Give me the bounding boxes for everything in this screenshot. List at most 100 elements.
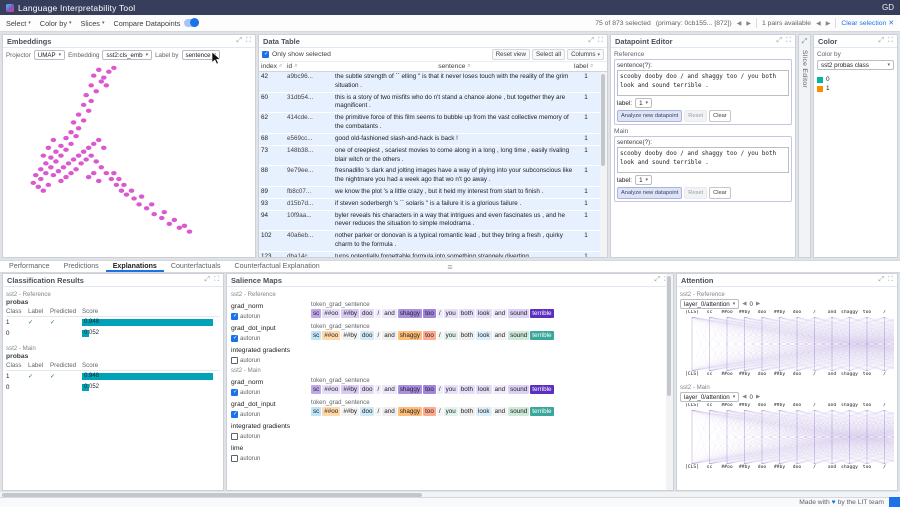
table-row[interactable]: 60 31db54... this is a story of two misf… bbox=[259, 93, 600, 114]
next-head-icon[interactable]: ▶ bbox=[756, 301, 760, 307]
select-menu[interactable]: Select▾ bbox=[6, 19, 31, 28]
salience-token: / bbox=[375, 407, 381, 416]
attention-layer-select[interactable]: layer_0/attention▾ bbox=[680, 299, 739, 309]
table-row[interactable]: 68 e569cc... good old-fashioned slash-an… bbox=[259, 134, 600, 146]
color-by-menu[interactable]: Color by▾ bbox=[40, 19, 72, 28]
slice-editor-collapsed-tab[interactable]: ⤢ Slice Editor bbox=[798, 34, 811, 258]
tab-predictions[interactable]: Predictions bbox=[57, 261, 106, 272]
tab-counterfactual-explanation[interactable]: Counterfactual Explanation bbox=[228, 261, 327, 272]
scrollbar-thumb[interactable] bbox=[667, 276, 671, 396]
embedding-label: Embedding bbox=[68, 52, 99, 59]
sentence-textarea[interactable]: scooby dooby doo / and shaggy too / you … bbox=[617, 70, 789, 96]
next-datapoint-icon[interactable]: ▶ bbox=[746, 20, 751, 27]
autorun-toggle[interactable]: autorun bbox=[231, 455, 311, 462]
select-all-button[interactable]: Select all bbox=[532, 49, 565, 60]
search-icon[interactable]: ⌕ bbox=[467, 63, 470, 70]
toggle-switch-icon[interactable] bbox=[184, 19, 199, 27]
autorun-toggle[interactable]: autorun bbox=[231, 433, 311, 440]
table-row[interactable]: 93 d15b7d... if steven soderbergh 's `` … bbox=[259, 199, 600, 211]
caret-down-icon: ▾ bbox=[646, 100, 649, 106]
salience-token: sc bbox=[311, 331, 321, 340]
clear-selection-button[interactable]: Clear selection✕ bbox=[841, 19, 894, 27]
compare-datapoints-toggle[interactable]: Compare Datapoints bbox=[113, 19, 199, 28]
tab-performance[interactable]: Performance bbox=[2, 261, 57, 272]
label-select[interactable]: 1▾ bbox=[635, 98, 652, 108]
slices-menu[interactable]: Slices▾ bbox=[80, 19, 104, 28]
popout-icon[interactable]: ⤢ bbox=[588, 37, 594, 45]
table-row[interactable]: 88 9e79ee... fresnadillo 's dark and jol… bbox=[259, 166, 600, 187]
autorun-toggle[interactable]: autorun bbox=[231, 335, 311, 342]
table-row[interactable]: 102 40a6eb... nother parker or donovan i… bbox=[259, 231, 600, 252]
maximize-icon[interactable]: ⛶ bbox=[888, 276, 893, 284]
projector-select[interactable]: UMAP▾ bbox=[34, 50, 65, 60]
maximize-icon[interactable]: ⛶ bbox=[214, 276, 219, 284]
popout-icon[interactable]: ⤢ bbox=[878, 37, 884, 45]
popout-icon[interactable]: ⤢ bbox=[878, 276, 884, 284]
popout-icon[interactable]: ⤢ bbox=[654, 276, 660, 284]
popout-icon[interactable]: ⤢ bbox=[236, 37, 242, 45]
popout-icon: ⤢ bbox=[802, 38, 808, 46]
column-header-label[interactable]: label⌕ bbox=[574, 63, 598, 70]
search-icon[interactable]: ⌕ bbox=[294, 63, 297, 70]
maximize-icon[interactable]: ⛶ bbox=[888, 37, 893, 45]
table-row[interactable]: 89 fb8c07... we know the plot 's a littl… bbox=[259, 187, 600, 199]
only-show-selected-checkbox[interactable]: Only show selected bbox=[262, 51, 331, 58]
maximize-icon[interactable]: ⛶ bbox=[246, 37, 251, 45]
analyze-new-datapoint-button[interactable]: Analyze new datapoint bbox=[617, 187, 682, 199]
autorun-toggle[interactable]: autorun bbox=[231, 313, 311, 320]
label-by-select[interactable]: sentence▾ bbox=[182, 50, 221, 60]
attention-token: too bbox=[863, 403, 871, 408]
reset-button[interactable]: Reset bbox=[684, 110, 707, 122]
search-icon[interactable]: ⌕ bbox=[590, 63, 593, 70]
table-row[interactable]: 42 a9bc96... the subtle strength of `` e… bbox=[259, 72, 600, 93]
footer-credit-prefix: Made with bbox=[799, 499, 829, 506]
clear-button[interactable]: Clear bbox=[709, 187, 731, 199]
user-avatar[interactable]: GD bbox=[882, 3, 894, 12]
color-by-select[interactable]: sst2 probas class▾ bbox=[817, 60, 894, 70]
cell-id: 10f9aa... bbox=[287, 212, 335, 230]
table-row[interactable]: 62 414cde... the primitive force of this… bbox=[259, 113, 600, 134]
maximize-icon[interactable]: ⛶ bbox=[786, 37, 791, 45]
tab-explanations[interactable]: Explanations bbox=[106, 261, 164, 272]
embedding-select[interactable]: sst2:cls_emb▾ bbox=[102, 50, 152, 60]
attention-layer-select[interactable]: layer_0/attention▾ bbox=[680, 392, 739, 402]
salience-token: look bbox=[476, 331, 492, 340]
table-row[interactable]: 123 dba14c... turns potentially forgetta… bbox=[259, 252, 600, 257]
prev-head-icon[interactable]: ◀ bbox=[742, 301, 746, 307]
attention-visualization[interactable]: [CLS]sc##oo##bydoo##bydoo/andshaggytoo/y… bbox=[680, 403, 894, 472]
autorun-toggle[interactable]: autorun bbox=[231, 357, 311, 364]
attention-token: and bbox=[828, 372, 836, 377]
salience-token: ##oo bbox=[322, 407, 340, 416]
column-header-index[interactable]: index⌕ bbox=[261, 63, 287, 70]
maximize-icon[interactable]: ⛶ bbox=[598, 37, 603, 45]
reset-button[interactable]: Reset bbox=[684, 187, 707, 199]
table-row[interactable]: 73 148b38... one of creepiest , scariest… bbox=[259, 146, 600, 167]
prev-pair-icon[interactable]: ◀ bbox=[816, 20, 821, 27]
column-header-sentence[interactable]: sentence⌕ bbox=[335, 63, 574, 70]
salience-token: and bbox=[382, 309, 397, 318]
next-head-icon[interactable]: ▶ bbox=[756, 394, 760, 400]
clear-button[interactable]: Clear bbox=[709, 110, 731, 122]
analyze-new-datapoint-button[interactable]: Analyze new datapoint bbox=[617, 110, 682, 122]
scrollbar-thumb[interactable] bbox=[601, 74, 605, 166]
embedding-projection-plot[interactable] bbox=[3, 62, 255, 257]
label-select[interactable]: 1▾ bbox=[635, 175, 652, 185]
autorun-toggle[interactable]: autorun bbox=[231, 411, 311, 418]
salience-scrollbar[interactable] bbox=[666, 274, 673, 490]
salience-method-label: lime bbox=[231, 445, 311, 452]
column-header-id[interactable]: id⌕ bbox=[287, 63, 335, 70]
prev-head-icon[interactable]: ◀ bbox=[742, 394, 746, 400]
table-scrollbar[interactable] bbox=[600, 72, 607, 257]
sentence-textarea[interactable]: scooby dooby doo / and shaggy too / you … bbox=[617, 147, 789, 173]
columns-button[interactable]: Columns▾ bbox=[567, 49, 604, 60]
popout-icon[interactable]: ⤢ bbox=[776, 37, 782, 45]
popout-icon[interactable]: ⤢ bbox=[204, 276, 210, 284]
search-icon[interactable]: ⌕ bbox=[279, 63, 282, 70]
reset-view-button[interactable]: Reset view bbox=[492, 49, 530, 60]
tab-counterfactuals[interactable]: Counterfactuals bbox=[164, 261, 228, 272]
autorun-toggle[interactable]: autorun bbox=[231, 389, 311, 396]
next-pair-icon[interactable]: ▶ bbox=[826, 20, 831, 27]
prev-datapoint-icon[interactable]: ◀ bbox=[737, 20, 742, 27]
attention-visualization[interactable]: [CLS]sc##oo##bydoo##bydoo/andshaggytoo/y… bbox=[680, 310, 894, 379]
table-row[interactable]: 94 10f9aa... byler reveals his character… bbox=[259, 211, 600, 232]
